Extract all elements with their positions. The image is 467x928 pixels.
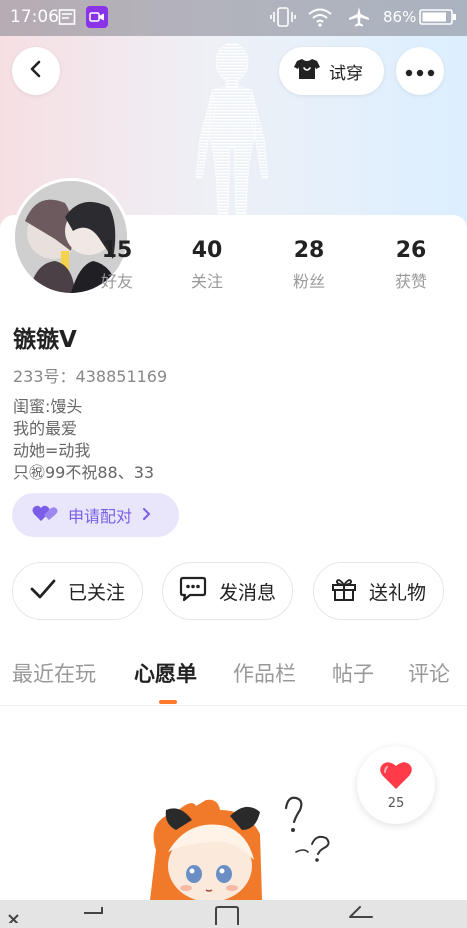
stat-label: 关注 xyxy=(190,272,223,291)
followed-button[interactable]: 已关注 xyxy=(12,562,143,620)
wifi-icon xyxy=(306,6,334,28)
tab-comments[interactable]: 评论 xyxy=(408,658,450,688)
stat-label: 获赞 xyxy=(394,272,427,291)
status-time: 17:06 xyxy=(10,7,59,27)
back-nav-icon[interactable] xyxy=(346,905,374,928)
user-name: 镞镞V xyxy=(13,327,77,353)
pair-label: 申请配对 xyxy=(68,507,133,526)
screen-record-icon xyxy=(86,6,108,28)
send-message-button[interactable]: 发消息 xyxy=(162,562,293,620)
bio-line: 闺蜜:馒头 xyxy=(13,397,83,416)
stat-friends[interactable]: 15 好友 xyxy=(82,238,152,292)
tab-posts[interactable]: 帖子 xyxy=(332,658,374,688)
tab-wishlist[interactable]: 心愿单 xyxy=(134,658,197,688)
user-id: 233号：438851169 xyxy=(13,367,168,386)
followed-label: 已关注 xyxy=(67,581,125,604)
like-count: 25 xyxy=(387,795,405,811)
try-on-button[interactable]: 试穿 xyxy=(279,47,384,95)
chevron-left-icon xyxy=(26,59,46,83)
airplane-icon xyxy=(346,6,372,28)
status-bar: 17:06 86% xyxy=(0,0,467,36)
send-gift-button[interactable]: 送礼物 xyxy=(313,562,444,620)
heart-icon xyxy=(379,760,413,794)
hearts-icon xyxy=(32,504,58,526)
stat-label: 粉丝 xyxy=(292,272,325,291)
try-on-label: 试穿 xyxy=(329,63,363,84)
bio-line: 只㊗99不祝88、33 xyxy=(13,463,155,482)
stat-value: 28 xyxy=(293,238,325,263)
more-dots-icon xyxy=(405,62,435,81)
more-button[interactable] xyxy=(396,47,444,95)
system-nav-bar xyxy=(0,900,467,928)
gift-icon xyxy=(331,577,357,606)
active-tab-indicator xyxy=(159,700,177,704)
tab-works[interactable]: 作品栏 xyxy=(233,658,296,688)
back-button[interactable] xyxy=(12,47,60,95)
send-gift-label: 送礼物 xyxy=(368,581,426,604)
bio-line: 我的最爱 xyxy=(13,419,78,438)
stat-value: 26 xyxy=(395,238,427,263)
battery-icon xyxy=(418,6,458,28)
recent-apps-icon[interactable] xyxy=(82,905,106,928)
stat-following[interactable]: 40 关注 xyxy=(172,238,242,292)
send-message-label: 发消息 xyxy=(218,581,276,604)
chevron-right-icon xyxy=(142,506,152,525)
empty-state-mascot xyxy=(150,796,330,900)
battery-percent: 86% xyxy=(383,8,417,26)
pair-request-button[interactable]: 申请配对 xyxy=(12,493,179,537)
home-icon[interactable] xyxy=(214,905,240,928)
check-icon xyxy=(30,579,56,604)
stat-value: 15 xyxy=(101,238,133,263)
vibrate-icon xyxy=(270,6,296,28)
bio-line: 动她=动我 xyxy=(13,441,91,460)
gallery-icon xyxy=(57,6,77,28)
stat-followers[interactable]: 28 粉丝 xyxy=(274,238,344,292)
tshirt-icon xyxy=(293,57,321,86)
tab-recently-played[interactable]: 最近在玩 xyxy=(12,658,96,688)
tabs-divider xyxy=(0,705,467,706)
stat-likes[interactable]: 26 获赞 xyxy=(376,238,446,292)
close-icon[interactable] xyxy=(6,905,24,927)
chat-icon xyxy=(179,576,207,607)
stat-value: 40 xyxy=(191,238,223,263)
like-button[interactable]: 25 xyxy=(357,746,435,824)
stat-label: 好友 xyxy=(100,272,133,291)
user-bio: 闺蜜:馒头 我的最爱 动她=动我 只㊗99不祝88、33 xyxy=(13,396,154,484)
avatar-figure-3d[interactable] xyxy=(182,38,282,216)
